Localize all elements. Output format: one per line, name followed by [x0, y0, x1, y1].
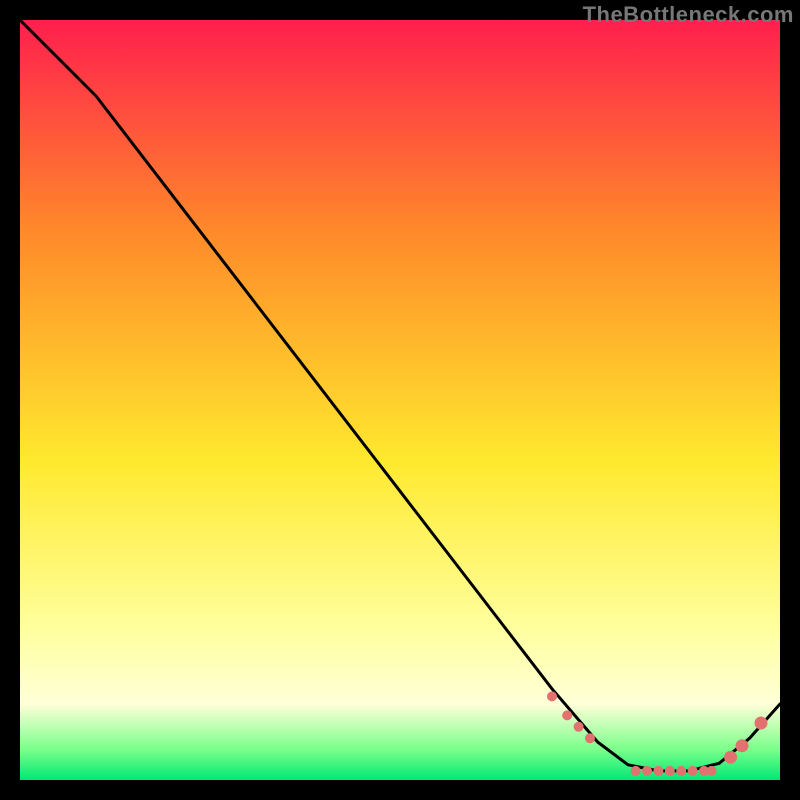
data-dot: [631, 766, 641, 776]
watermark-text: TheBottleneck.com: [583, 2, 794, 28]
data-dot: [642, 766, 652, 776]
data-dot: [736, 739, 749, 752]
data-dot: [665, 766, 675, 776]
data-dot: [562, 710, 572, 720]
data-dot: [585, 733, 595, 743]
data-dot: [676, 766, 686, 776]
data-dot: [724, 751, 737, 764]
data-dot: [755, 717, 768, 730]
data-dot: [547, 691, 557, 701]
data-dot: [574, 722, 584, 732]
data-dot: [707, 766, 717, 776]
gradient-background: [20, 20, 780, 780]
data-dot: [653, 766, 663, 776]
chart-stage: TheBottleneck.com: [0, 0, 800, 800]
data-dot: [688, 766, 698, 776]
chart-svg: [20, 20, 780, 780]
